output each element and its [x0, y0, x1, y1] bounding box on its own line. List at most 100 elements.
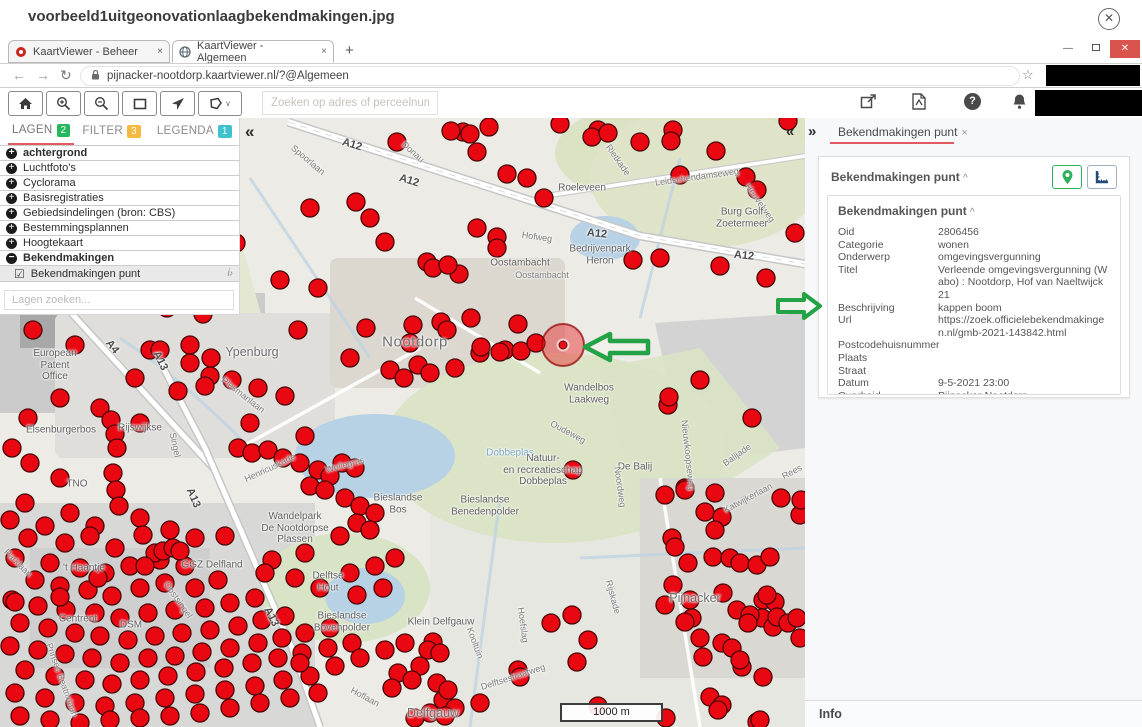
announcement-dot[interactable]	[289, 321, 307, 339]
announcement-dot[interactable]	[676, 613, 694, 631]
announcement-dot[interactable]	[19, 529, 37, 547]
notifications-bell-icon[interactable]	[1012, 93, 1027, 115]
announcement-dot[interactable]	[16, 494, 34, 512]
announcement-dot[interactable]	[696, 503, 714, 521]
announcement-dot[interactable]	[249, 379, 267, 397]
announcement-dot[interactable]	[792, 491, 805, 509]
announcement-dot[interactable]	[579, 631, 597, 649]
announcement-dot[interactable]	[201, 621, 219, 639]
expand-icon[interactable]: +	[6, 148, 17, 159]
announcement-dot[interactable]	[243, 654, 261, 672]
zoom-to-feature-button[interactable]	[1052, 165, 1082, 189]
announcement-dot[interactable]	[119, 631, 137, 649]
announcement-dot[interactable]	[366, 504, 384, 522]
announcement-dot[interactable]	[83, 649, 101, 667]
announcement-dot[interactable]	[401, 334, 419, 352]
announcement-dot[interactable]	[66, 624, 84, 642]
announcement-dot[interactable]	[691, 629, 709, 647]
announcement-dot[interactable]	[346, 459, 364, 477]
announcement-dot[interactable]	[656, 486, 674, 504]
announcement-dot[interactable]	[1, 637, 19, 655]
announcement-dot[interactable]	[395, 369, 413, 387]
announcement-dot[interactable]	[136, 557, 154, 575]
announcement-dot[interactable]	[76, 671, 94, 689]
announcement-dot[interactable]	[202, 349, 220, 367]
layer-row[interactable]: −Bekendmakingen	[0, 251, 239, 266]
announcement-dot[interactable]	[273, 629, 291, 647]
announcement-dot[interactable]	[86, 604, 104, 622]
announcement-dot[interactable]	[11, 614, 29, 632]
selected-announcement-marker[interactable]	[542, 324, 584, 366]
announcement-dot[interactable]	[29, 641, 47, 659]
back-icon[interactable]: ←	[12, 67, 26, 83]
announcement-dot[interactable]	[139, 604, 157, 622]
announcement-dot[interactable]	[196, 377, 214, 395]
announcement-dot[interactable]	[51, 389, 69, 407]
announcement-dot[interactable]	[103, 587, 121, 605]
announcement-dot[interactable]	[431, 644, 449, 662]
card-title[interactable]: Bekendmakingen punt ^	[831, 170, 968, 184]
announcement-dot[interactable]	[131, 414, 149, 432]
announcement-dot[interactable]	[341, 564, 359, 582]
announcement-dot[interactable]	[281, 689, 299, 707]
home-button[interactable]	[8, 91, 43, 116]
layer-row[interactable]: +Hoogtekaart	[0, 236, 239, 251]
announcement-dot[interactable]	[107, 481, 125, 499]
announcement-dot[interactable]	[215, 659, 233, 677]
announcement-dot[interactable]	[706, 521, 724, 539]
announcement-dot[interactable]	[361, 521, 379, 539]
announcement-dot[interactable]	[223, 371, 241, 389]
announcement-dot[interactable]	[81, 527, 99, 545]
announcement-dot[interactable]	[396, 634, 414, 652]
announcement-dot[interactable]	[326, 657, 344, 675]
announcement-dot[interactable]	[66, 336, 84, 354]
select-polygon-button[interactable]: ∨	[198, 91, 242, 116]
announcement-dot[interactable]	[187, 663, 205, 681]
reload-icon[interactable]: ↻	[60, 67, 72, 84]
announcement-dot[interactable]	[249, 634, 267, 652]
announcement-dot[interactable]	[111, 654, 129, 672]
panel-collapse-right-button[interactable]: »	[808, 123, 816, 140]
announcement-dot[interactable]	[56, 534, 74, 552]
announcement-dot[interactable]	[186, 529, 204, 547]
announcement-dot[interactable]	[731, 554, 749, 572]
announcement-dot[interactable]	[156, 574, 174, 592]
announcement-dot[interactable]	[321, 619, 339, 637]
announcement-dot[interactable]	[357, 319, 375, 337]
announcement-dot[interactable]	[786, 224, 804, 242]
announcement-dot[interactable]	[439, 681, 457, 699]
announcement-dot[interactable]	[111, 609, 129, 627]
expand-icon[interactable]: +	[6, 238, 17, 249]
announcement-dot[interactable]	[26, 571, 44, 589]
viewer-close-icon[interactable]: ✕	[1098, 8, 1120, 30]
announcement-dot[interactable]	[1, 511, 19, 529]
announcement-dot[interactable]	[21, 454, 39, 472]
announcement-dot[interactable]	[511, 668, 529, 686]
announcement-dot[interactable]	[761, 548, 779, 566]
announcement-dot[interactable]	[599, 124, 617, 142]
announcement-dot[interactable]	[11, 707, 29, 725]
announcement-dot[interactable]	[421, 364, 439, 382]
announcement-dot[interactable]	[376, 233, 394, 251]
announcement-dot[interactable]	[246, 589, 264, 607]
announcement-dot[interactable]	[311, 579, 329, 597]
announcement-dot[interactable]	[442, 122, 460, 140]
announcement-dot[interactable]	[161, 707, 179, 725]
announcement-dot[interactable]	[246, 677, 264, 695]
announcement-dot[interactable]	[151, 341, 169, 359]
announcement-dot[interactable]	[106, 539, 124, 557]
announcement-dot[interactable]	[351, 649, 369, 667]
announcement-dot[interactable]	[139, 649, 157, 667]
announcement-dot[interactable]	[173, 624, 191, 642]
layer-row[interactable]: +Gebiedsindelingen (bron: CBS)	[0, 206, 239, 221]
announcement-dot[interactable]	[110, 497, 128, 515]
announcement-dot[interactable]	[309, 279, 327, 297]
announcement-dot[interactable]	[383, 679, 401, 697]
announcement-dot[interactable]	[319, 639, 337, 657]
announcement-dot[interactable]	[404, 316, 422, 334]
announcement-dot[interactable]	[758, 586, 776, 604]
panel-tab-bekendmakingen-punt[interactable]: Bekendmakingen punt×	[838, 125, 968, 139]
tab-close-icon[interactable]: ×	[157, 46, 163, 57]
announcement-dot[interactable]	[56, 645, 74, 663]
announcement-dot[interactable]	[36, 517, 54, 535]
